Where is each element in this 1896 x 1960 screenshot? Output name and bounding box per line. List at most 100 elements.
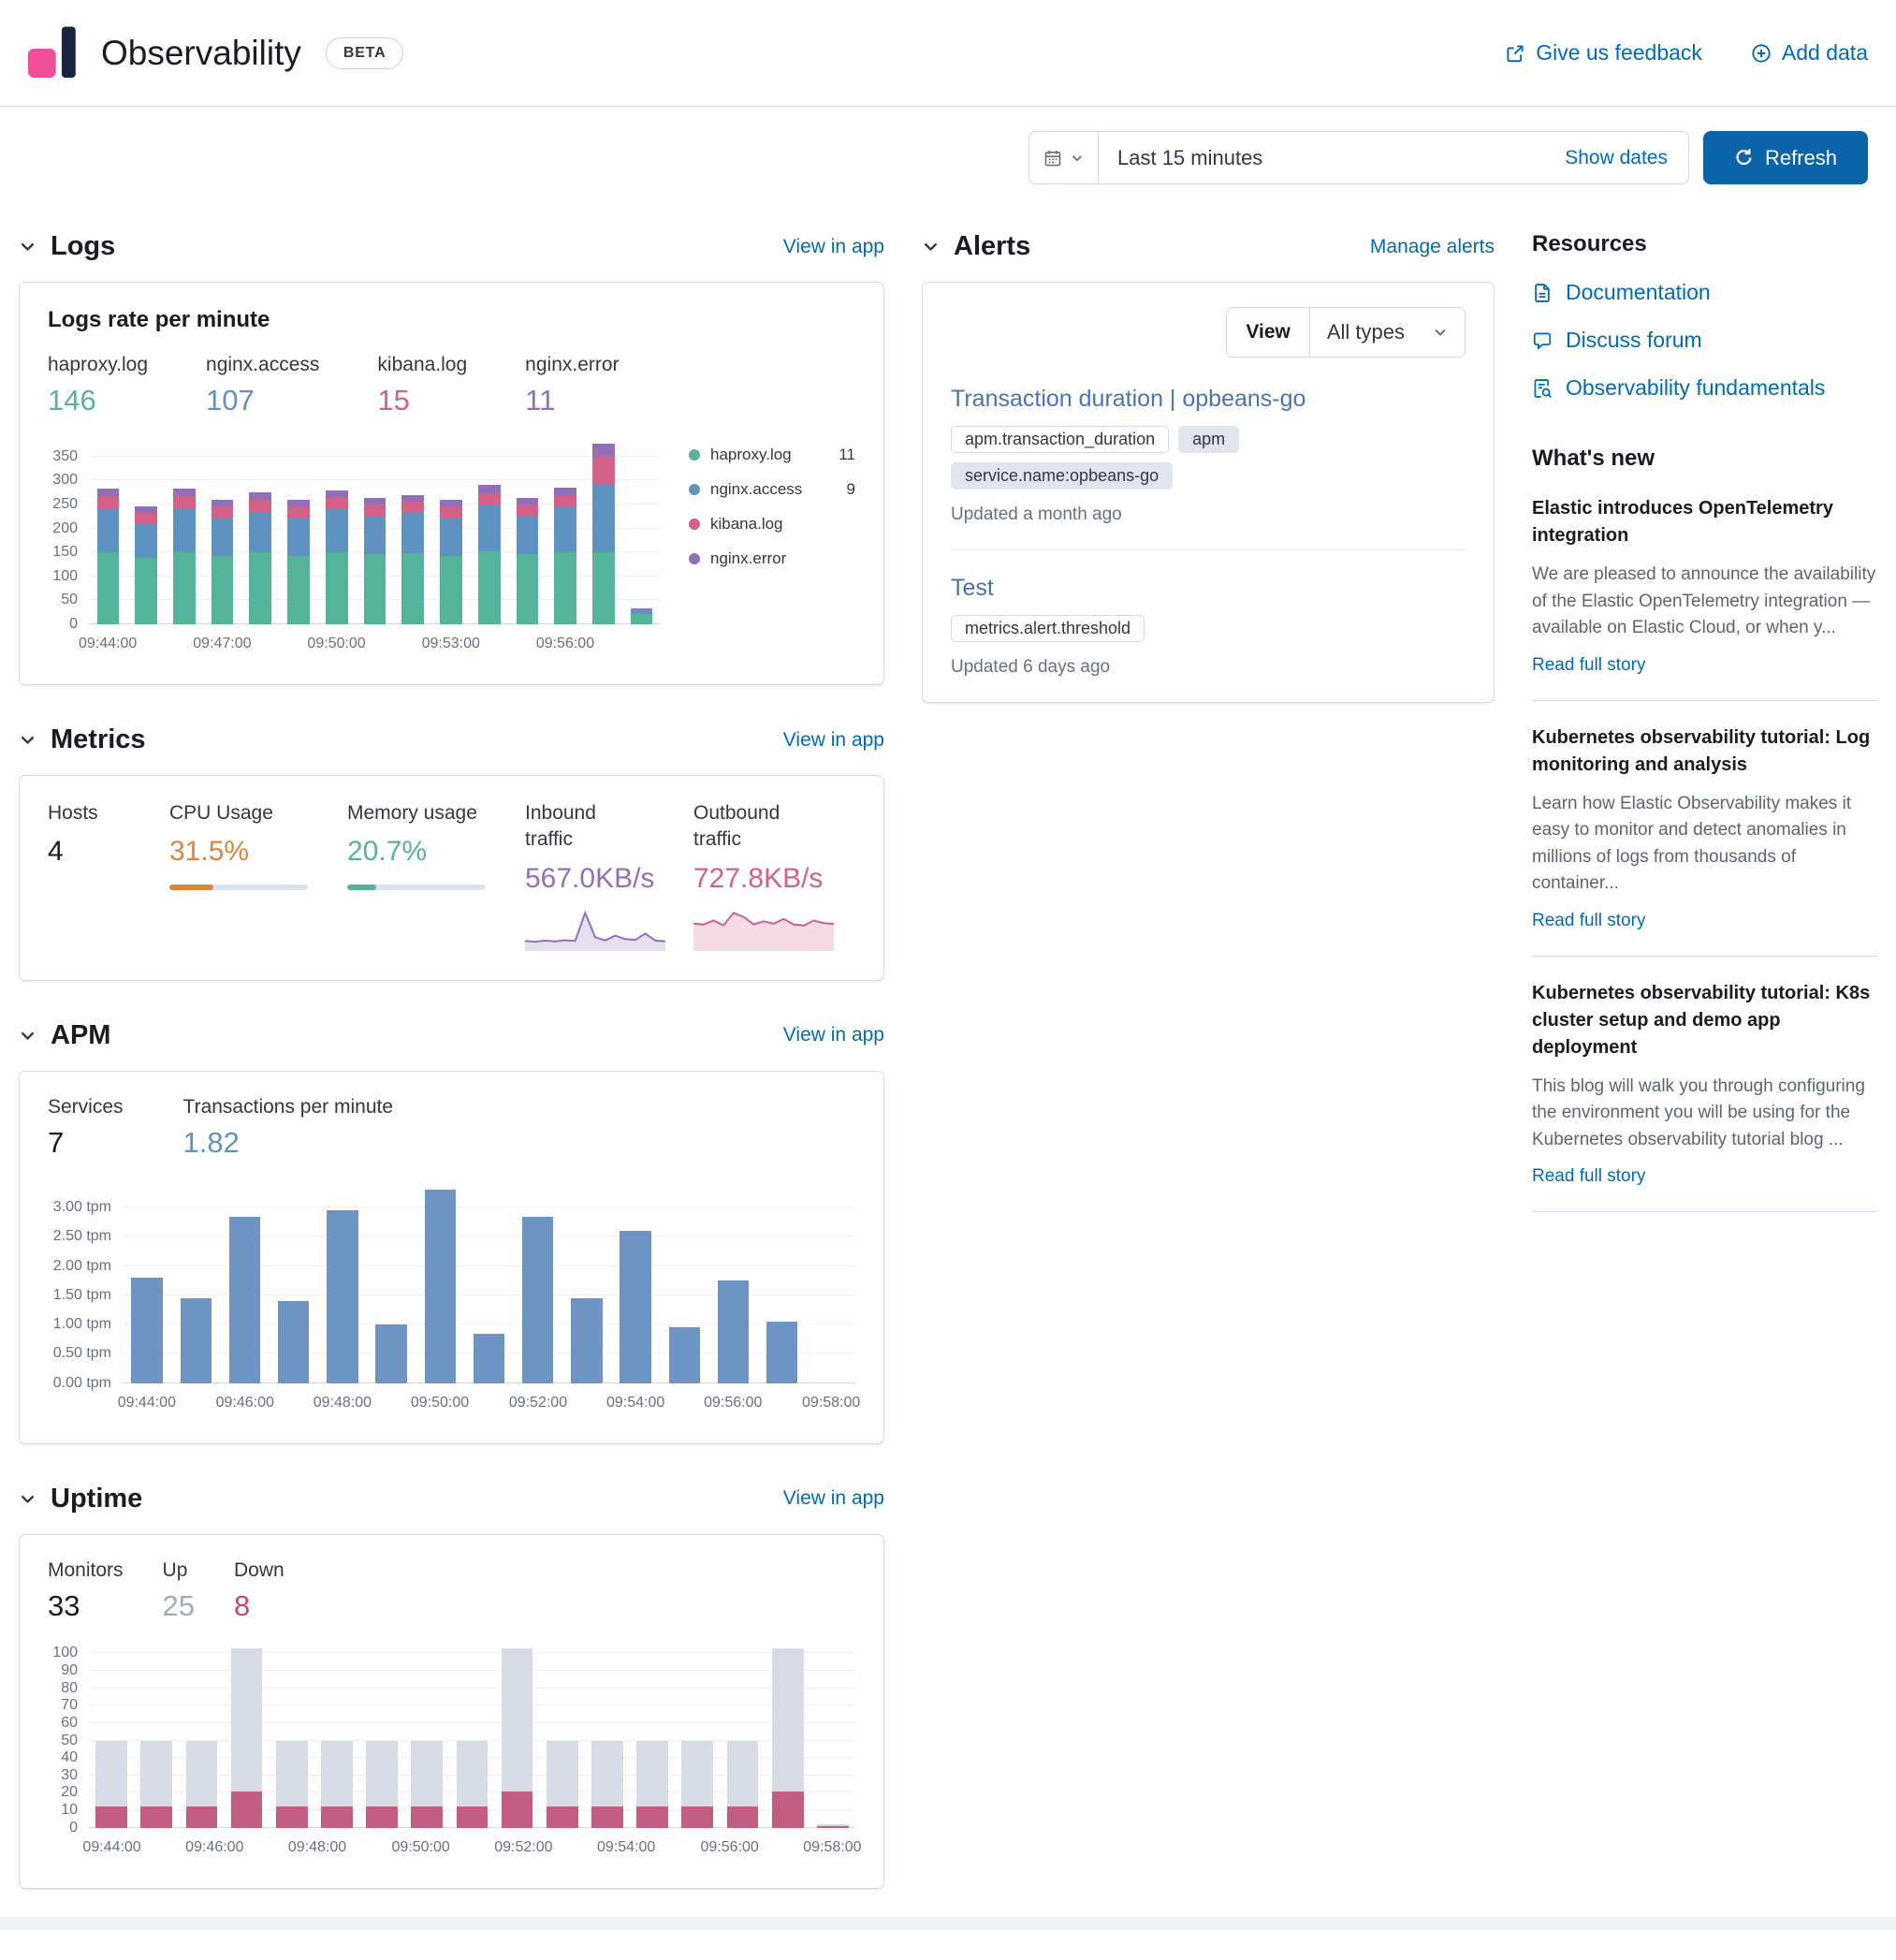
memory-usage-stat: Memory usage 20.7% [347,800,525,956]
logs-panel: Logs rate per minute haproxy.log 146 ngi… [19,282,884,685]
chevron-down-icon [19,1490,36,1508]
x-axis-tick-label: 09:58:00 [803,1839,861,1856]
calendar-icon [1043,149,1062,168]
chart-bar [622,432,661,624]
x-axis-tick-label: 09:58:00 [802,1395,860,1411]
read-full-story-link[interactable]: Read full story [1532,1166,1645,1187]
alert-updated-text: Updated 6 days ago [951,657,1466,678]
y-axis-tick-label: 70 [61,1697,78,1714]
y-axis-tick-label: 20 [61,1784,78,1801]
app-header: Observability BETA Give us feedback Add … [0,0,1896,107]
chart-bar [416,1173,464,1383]
chart-bar [171,1173,220,1383]
left-column: Logs View in app Logs rate per minute ha… [19,231,884,1889]
legend-item-nginx-error[interactable]: nginx.error [689,549,855,568]
chart-bar [708,1173,757,1383]
chart-bar [758,1173,807,1383]
y-axis-tick-label: 1.50 tpm [53,1287,111,1304]
apm-section-title: APM [51,1020,769,1051]
chart-bar [89,1636,134,1828]
manage-alerts-link[interactable]: Manage alerts [1370,236,1495,258]
y-axis-tick-label: 250 [52,496,78,513]
y-axis-tick-label: 10 [61,1802,78,1819]
chart-bar [540,1636,585,1828]
logs-rate-chart: 05010015020025030035009:44:0009:47:0009:… [48,432,661,660]
chart-bar [317,432,356,624]
document-search-icon [1532,378,1553,399]
read-full-story-link[interactable]: Read full story [1532,911,1645,931]
give-feedback-label: Give us feedback [1536,40,1702,66]
monitors-up-stat: Up 25 [163,1559,195,1623]
refresh-icon [1734,148,1754,168]
x-axis-tick-label: 09:44:00 [118,1395,176,1411]
header-actions: Give us feedback Add data [1505,40,1868,66]
discuss-forum-link[interactable]: Discuss forum [1532,328,1877,353]
chevron-down-icon [1433,325,1448,340]
y-axis-tick-label: 2.00 tpm [53,1258,111,1275]
x-axis-tick-label: 09:52:00 [494,1839,552,1856]
refresh-button[interactable]: Refresh [1703,131,1868,184]
alert-badge: apm [1178,426,1239,453]
logs-collapse-toggle[interactable] [19,238,36,256]
chart-x-axis: 09:44:0009:47:0009:50:0009:53:0009:56:00 [89,636,661,660]
speech-bubble-icon [1532,330,1553,351]
documentation-link[interactable]: Documentation [1532,280,1877,305]
observability-fundamentals-link[interactable]: Observability fundamentals [1532,375,1877,401]
chart-bar [165,432,203,624]
legend-dot [689,519,700,530]
time-range-value[interactable]: Last 15 minutes [1099,146,1544,170]
legend-item-haproxy[interactable]: haproxy.log 11 [689,446,855,464]
calendar-dropdown-button[interactable] [1029,132,1099,183]
chart-bar [611,1173,660,1383]
y-axis-tick-label: 0 [69,1820,78,1836]
legend-item-nginx-access[interactable]: nginx.access 9 [689,480,855,499]
y-axis-tick-label: 40 [61,1749,78,1766]
give-feedback-link[interactable]: Give us feedback [1505,40,1702,66]
chart-x-axis: 09:44:0009:46:0009:48:0009:50:0009:52:00… [89,1839,855,1864]
metrics-collapse-toggle[interactable] [19,731,36,749]
metrics-view-in-app-link[interactable]: View in app [783,729,884,752]
logs-view-in-app-link[interactable]: View in app [783,236,884,258]
chart-bar [280,432,318,624]
chart-y-axis: 050100150200250300350 [48,432,89,624]
chart-bars [89,432,661,624]
brand: Observability BETA [28,24,403,82]
legend-dot [689,553,700,564]
show-dates-button[interactable]: Show dates [1544,147,1688,169]
alerts-section: Alerts Manage alerts View All types Tran… [922,231,1495,703]
alerts-collapse-toggle[interactable] [922,238,940,256]
x-axis-tick-label: 09:48:00 [288,1839,346,1856]
chart-bar [225,1636,270,1828]
alert-link-transaction-duration[interactable]: Transaction duration | opbeans-go [951,386,1305,413]
read-full-story-link[interactable]: Read full story [1532,655,1645,676]
add-data-link[interactable]: Add data [1751,40,1868,66]
x-axis-tick-label: 09:54:00 [597,1839,655,1856]
outbound-traffic-sparkline [693,902,857,956]
y-axis-tick-label: 30 [61,1767,78,1784]
x-axis-tick-label: 09:44:00 [79,636,137,652]
alert-badges: apm.transaction_duration apm service.nam… [951,426,1466,490]
chart-bar [464,1173,513,1383]
x-axis-tick-label: 09:56:00 [701,1839,759,1856]
uptime-view-in-app-link[interactable]: View in app [783,1487,884,1510]
metrics-section: Metrics View in app Hosts 4 CPU Usage 31… [19,724,884,981]
legend-item-kibana[interactable]: kibana.log [689,515,855,534]
news-story: Kubernetes observability tutorial: K8s c… [1532,957,1877,1213]
chart-bar [660,1173,708,1383]
uptime-panel: Monitors 33 Up 25 Down 8 010203040506070… [19,1534,884,1889]
chevron-down-icon [19,1027,36,1045]
apm-collapse-toggle[interactable] [19,1027,36,1045]
legend-dot [689,449,700,461]
x-axis-tick-label: 09:50:00 [391,1839,449,1856]
y-axis-tick-label: 150 [52,544,78,561]
uptime-collapse-toggle[interactable] [19,1490,36,1508]
chart-bar [179,1636,224,1828]
alert-type-select[interactable]: All types [1310,308,1465,357]
apm-view-in-app-link[interactable]: View in app [783,1024,884,1046]
y-axis-tick-label: 0.50 tpm [53,1345,111,1362]
y-axis-tick-label: 3.00 tpm [53,1199,111,1216]
x-axis-tick-label: 09:56:00 [536,636,594,652]
alert-link-test[interactable]: Test [951,575,994,602]
chart-bars [123,1173,855,1383]
y-axis-tick-label: 100 [52,568,78,585]
